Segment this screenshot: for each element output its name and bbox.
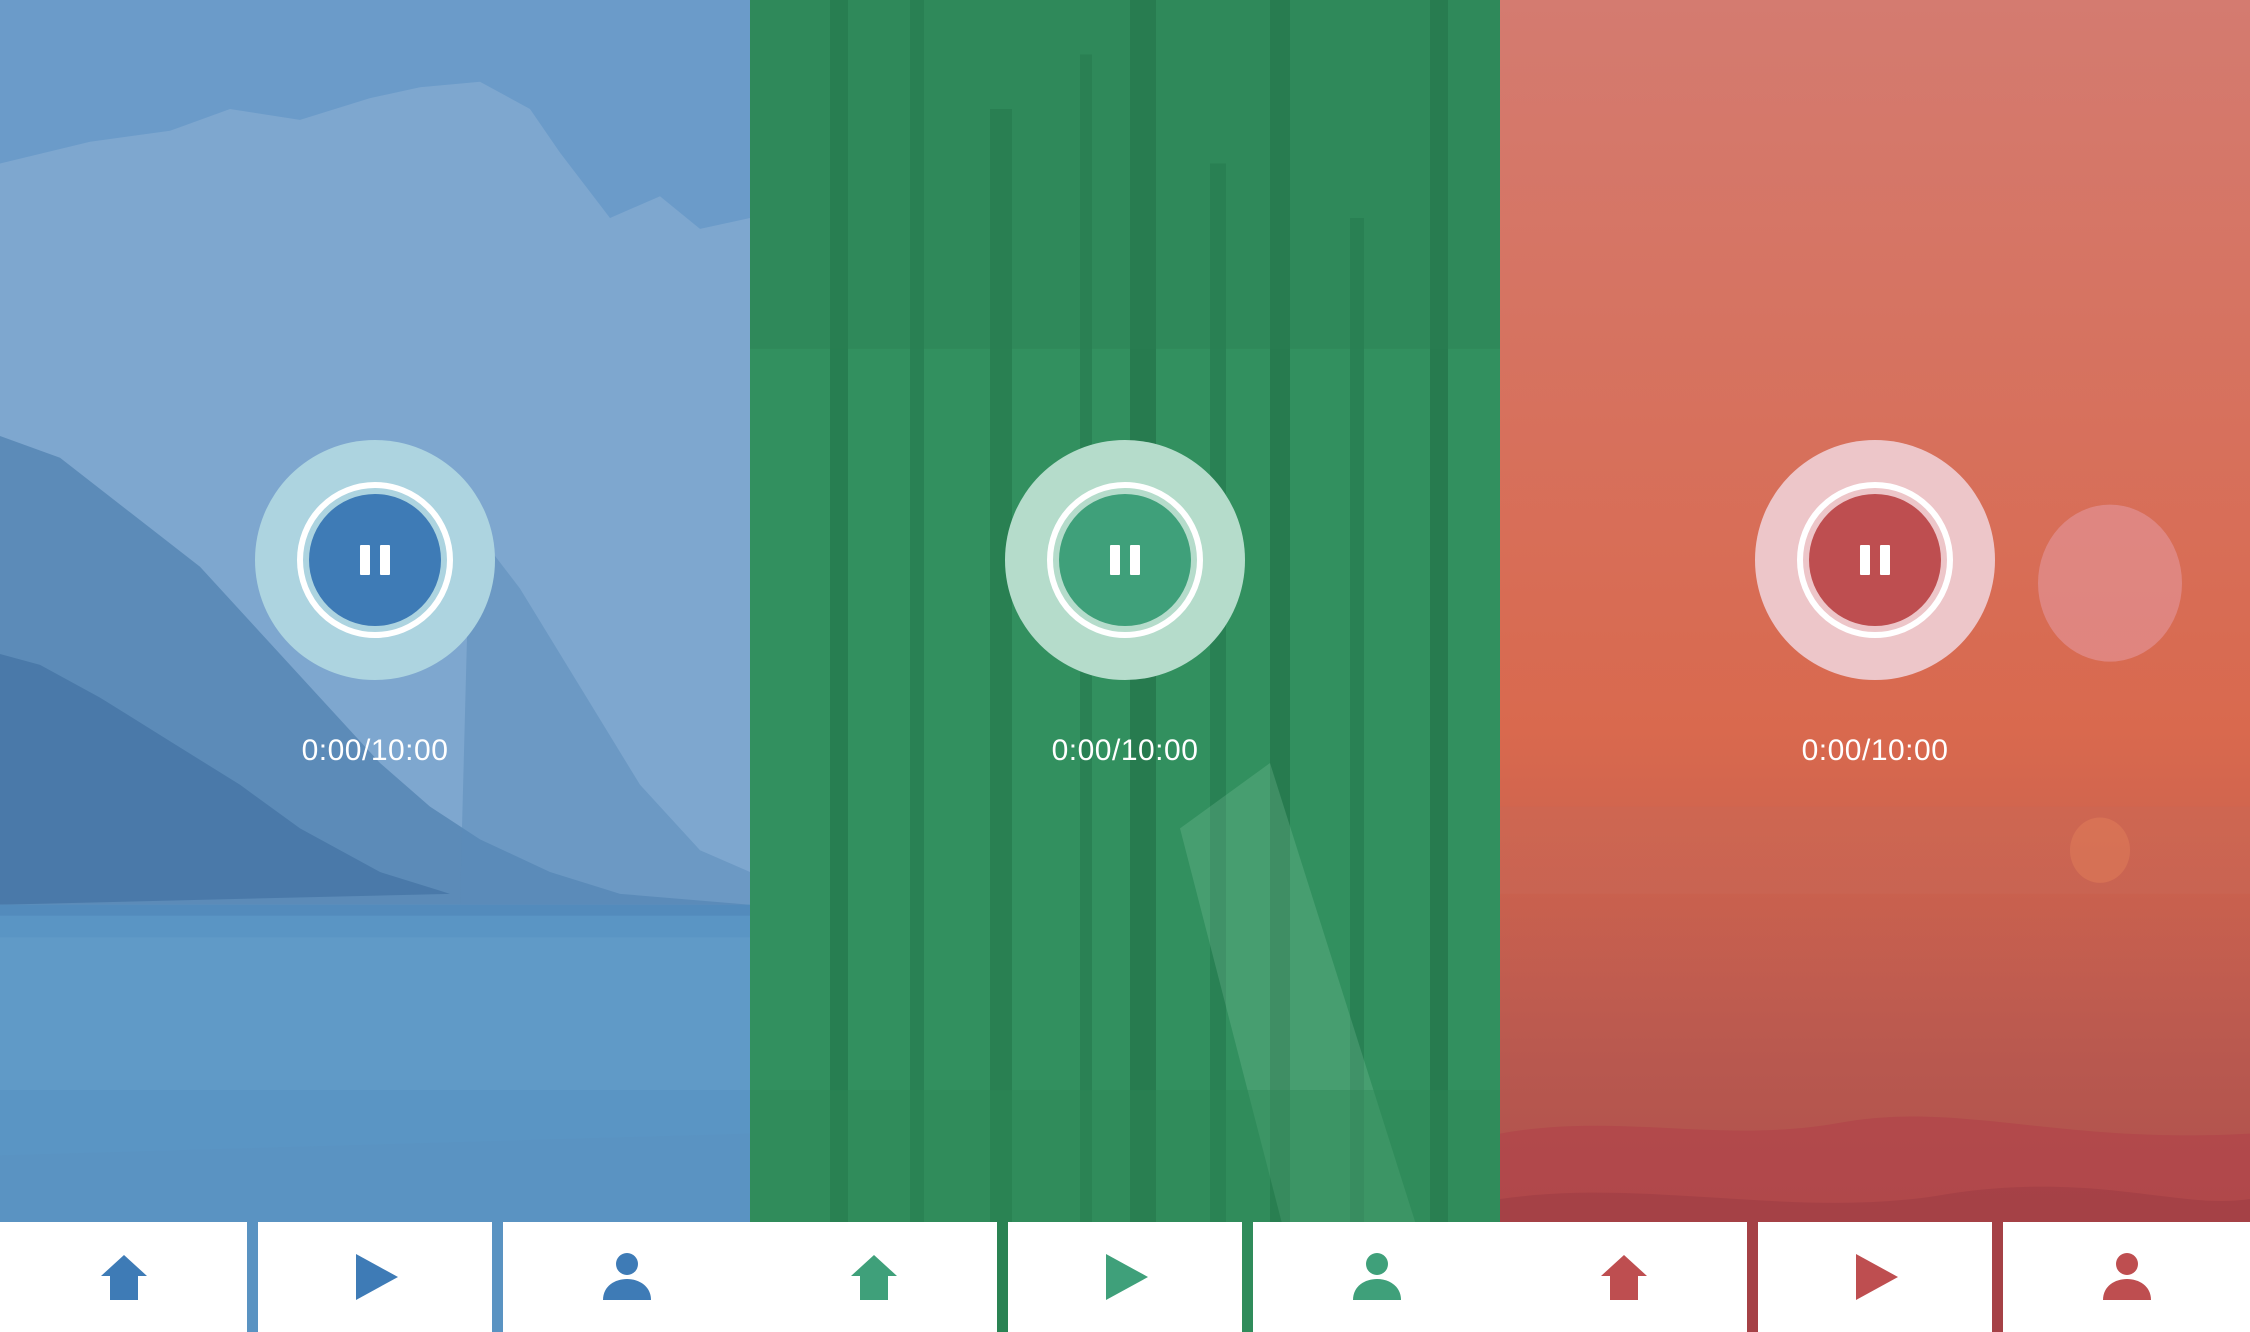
nav-profile[interactable] [2003, 1222, 2250, 1332]
player-screen-sunset: 0:00/10:00 [1500, 0, 2250, 1332]
pause-button[interactable] [1809, 494, 1941, 626]
home-icon [100, 1255, 147, 1300]
player-inner-ring [1047, 482, 1203, 638]
player-outer-ring [1755, 440, 1995, 680]
player-inner-ring [1797, 482, 1953, 638]
pause-icon [360, 545, 370, 575]
play-icon [1106, 1254, 1148, 1300]
player-outer-ring [255, 440, 495, 680]
bottom-nav [0, 1222, 750, 1332]
playback-time: 0:00/10:00 [1051, 734, 1199, 767]
player-inner-ring [297, 482, 453, 638]
player-screen-forest: 0:00/10:00 [750, 0, 1500, 1332]
audio-player: 0:00/10:00 [750, 0, 1500, 1222]
bottom-nav [750, 1222, 1500, 1332]
home-icon [1600, 1255, 1647, 1300]
user-icon [602, 1253, 651, 1300]
pause-icon [1860, 545, 1870, 575]
audio-player: 0:00/10:00 [0, 0, 750, 1222]
player-outer-ring [1005, 440, 1245, 680]
user-icon [1352, 1253, 1401, 1300]
pause-icon-bar [380, 545, 390, 575]
nav-play[interactable] [1008, 1222, 1242, 1332]
playback-time: 0:00/10:00 [1801, 734, 1949, 767]
play-icon [356, 1254, 398, 1300]
nav-home[interactable] [750, 1222, 997, 1332]
player-screen-mountain: 0:00/10:00 [0, 0, 750, 1332]
nav-home[interactable] [1500, 1222, 1747, 1332]
nav-home[interactable] [0, 1222, 247, 1332]
nav-profile[interactable] [503, 1222, 750, 1332]
home-icon [850, 1255, 897, 1300]
bottom-nav [1500, 1222, 2250, 1332]
pause-icon-bar [1880, 545, 1890, 575]
nav-play[interactable] [1758, 1222, 1992, 1332]
play-icon [1856, 1254, 1898, 1300]
app-screens: 0:00/10:00 0:00/10:00 0:00/10:00 [0, 0, 2250, 1332]
pause-icon-bar [1130, 545, 1140, 575]
pause-icon [1110, 545, 1120, 575]
playback-time: 0:00/10:00 [301, 734, 449, 767]
pause-button[interactable] [309, 494, 441, 626]
user-icon [2102, 1253, 2151, 1300]
audio-player: 0:00/10:00 [1500, 0, 2250, 1222]
pause-button[interactable] [1059, 494, 1191, 626]
nav-play[interactable] [258, 1222, 492, 1332]
nav-profile[interactable] [1253, 1222, 1500, 1332]
